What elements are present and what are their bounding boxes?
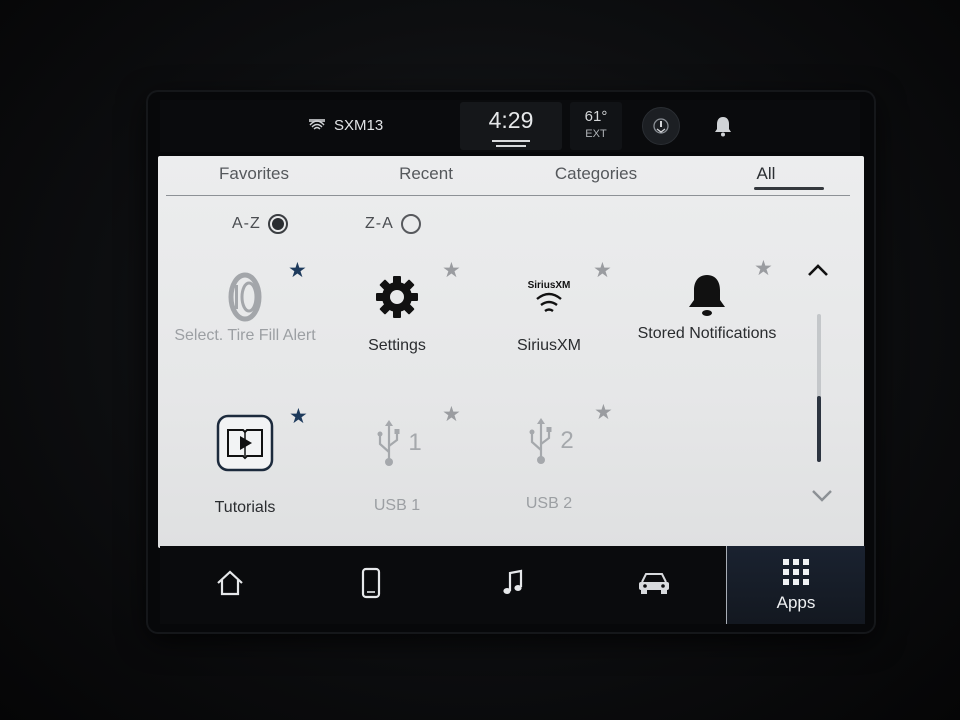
- tab-recent[interactable]: Recent: [356, 164, 496, 184]
- nav-phone-button[interactable]: [301, 546, 441, 624]
- tabs-divider: [166, 195, 850, 196]
- temperature-label: EXT: [585, 128, 607, 140]
- app-usb-2[interactable]: 2 USB 2: [474, 412, 624, 514]
- nav-apps-label: Apps: [776, 592, 816, 612]
- tab-all[interactable]: All: [696, 164, 836, 184]
- tab-categories[interactable]: Categories: [526, 164, 666, 184]
- app-label: Tutorials: [214, 499, 276, 516]
- nav-apps-button[interactable]: Apps: [726, 546, 865, 624]
- usb-port-number: 1: [408, 429, 422, 456]
- chevron-down-icon: [810, 490, 834, 508]
- app-label: Settings: [368, 337, 426, 354]
- sort-z-a-option[interactable]: Z-A: [365, 214, 421, 234]
- clock-time: 4:29: [488, 107, 534, 133]
- sort-z-a-label: Z-A: [365, 215, 394, 232]
- favorite-star-icon[interactable]: ★: [288, 260, 307, 281]
- sort-a-z-label: A-Z: [232, 215, 261, 232]
- vehicle-icon: [637, 570, 671, 601]
- app-usb-1[interactable]: 1 USB 1: [322, 414, 472, 516]
- chevron-up-icon: [806, 264, 830, 282]
- scroll-down-button[interactable]: [810, 488, 834, 509]
- tab-bar: Favorites Recent Categories All: [158, 156, 864, 196]
- voice-button[interactable]: [638, 104, 684, 148]
- app-label: USB 1: [373, 497, 421, 514]
- nav-media-button[interactable]: [443, 546, 583, 624]
- unfavorite-star-icon[interactable]: ★: [594, 402, 613, 423]
- bell-icon: [712, 117, 734, 142]
- voice-icon: [642, 107, 680, 145]
- tab-favorites[interactable]: Favorites: [184, 164, 324, 184]
- siriusxm-small-icon: [306, 112, 328, 139]
- app-tutorials[interactable]: Tutorials: [170, 414, 320, 518]
- temperature-display: 61° EXT: [570, 102, 622, 150]
- clock[interactable]: 4:29: [460, 102, 562, 150]
- nav-vehicle-button[interactable]: [584, 546, 724, 624]
- unfavorite-star-icon[interactable]: ★: [442, 260, 461, 281]
- usb-port-number: 2: [560, 427, 574, 454]
- app-label: Select. Tire Fill Alert: [174, 327, 316, 344]
- clock-underline: [492, 140, 530, 142]
- siriusxm-logo-text: SiriusXM: [528, 280, 571, 291]
- app-label: SiriusXM: [516, 337, 581, 354]
- unfavorite-star-icon[interactable]: ★: [442, 404, 461, 425]
- phone-icon: [361, 567, 381, 604]
- app-label: USB 2: [525, 495, 573, 512]
- clock-underline-2: [496, 145, 526, 147]
- grid-icon: [782, 558, 810, 591]
- temperature-value: 61°: [584, 108, 608, 125]
- sort-a-z-radio[interactable]: [267, 214, 288, 234]
- radio-source-label: SXM13: [334, 117, 384, 134]
- status-bar: SXM13 4:29 61° EXT: [160, 100, 860, 152]
- home-icon: [215, 569, 245, 602]
- active-tab-indicator: [754, 187, 824, 190]
- bottom-nav: Apps: [160, 546, 865, 624]
- sort-z-a-radio[interactable]: [400, 214, 421, 234]
- music-note-icon: [501, 569, 525, 602]
- unfavorite-star-icon[interactable]: ★: [593, 260, 612, 281]
- scrollbar-thumb[interactable]: [817, 396, 821, 462]
- app-label: Stored Notifications: [637, 325, 777, 342]
- unfavorite-star-icon[interactable]: ★: [754, 258, 773, 279]
- apps-panel: Favorites Recent Categories All A-Z Z-A …: [158, 156, 864, 548]
- sort-a-z-option[interactable]: A-Z: [232, 214, 288, 234]
- notifications-button[interactable]: [712, 114, 734, 143]
- favorite-star-icon[interactable]: ★: [289, 406, 308, 427]
- scroll-up-button[interactable]: [806, 262, 830, 283]
- radio-selected-dot: [271, 218, 284, 230]
- nav-home-button[interactable]: [160, 546, 300, 624]
- radio-source-button[interactable]: SXM13: [306, 112, 383, 139]
